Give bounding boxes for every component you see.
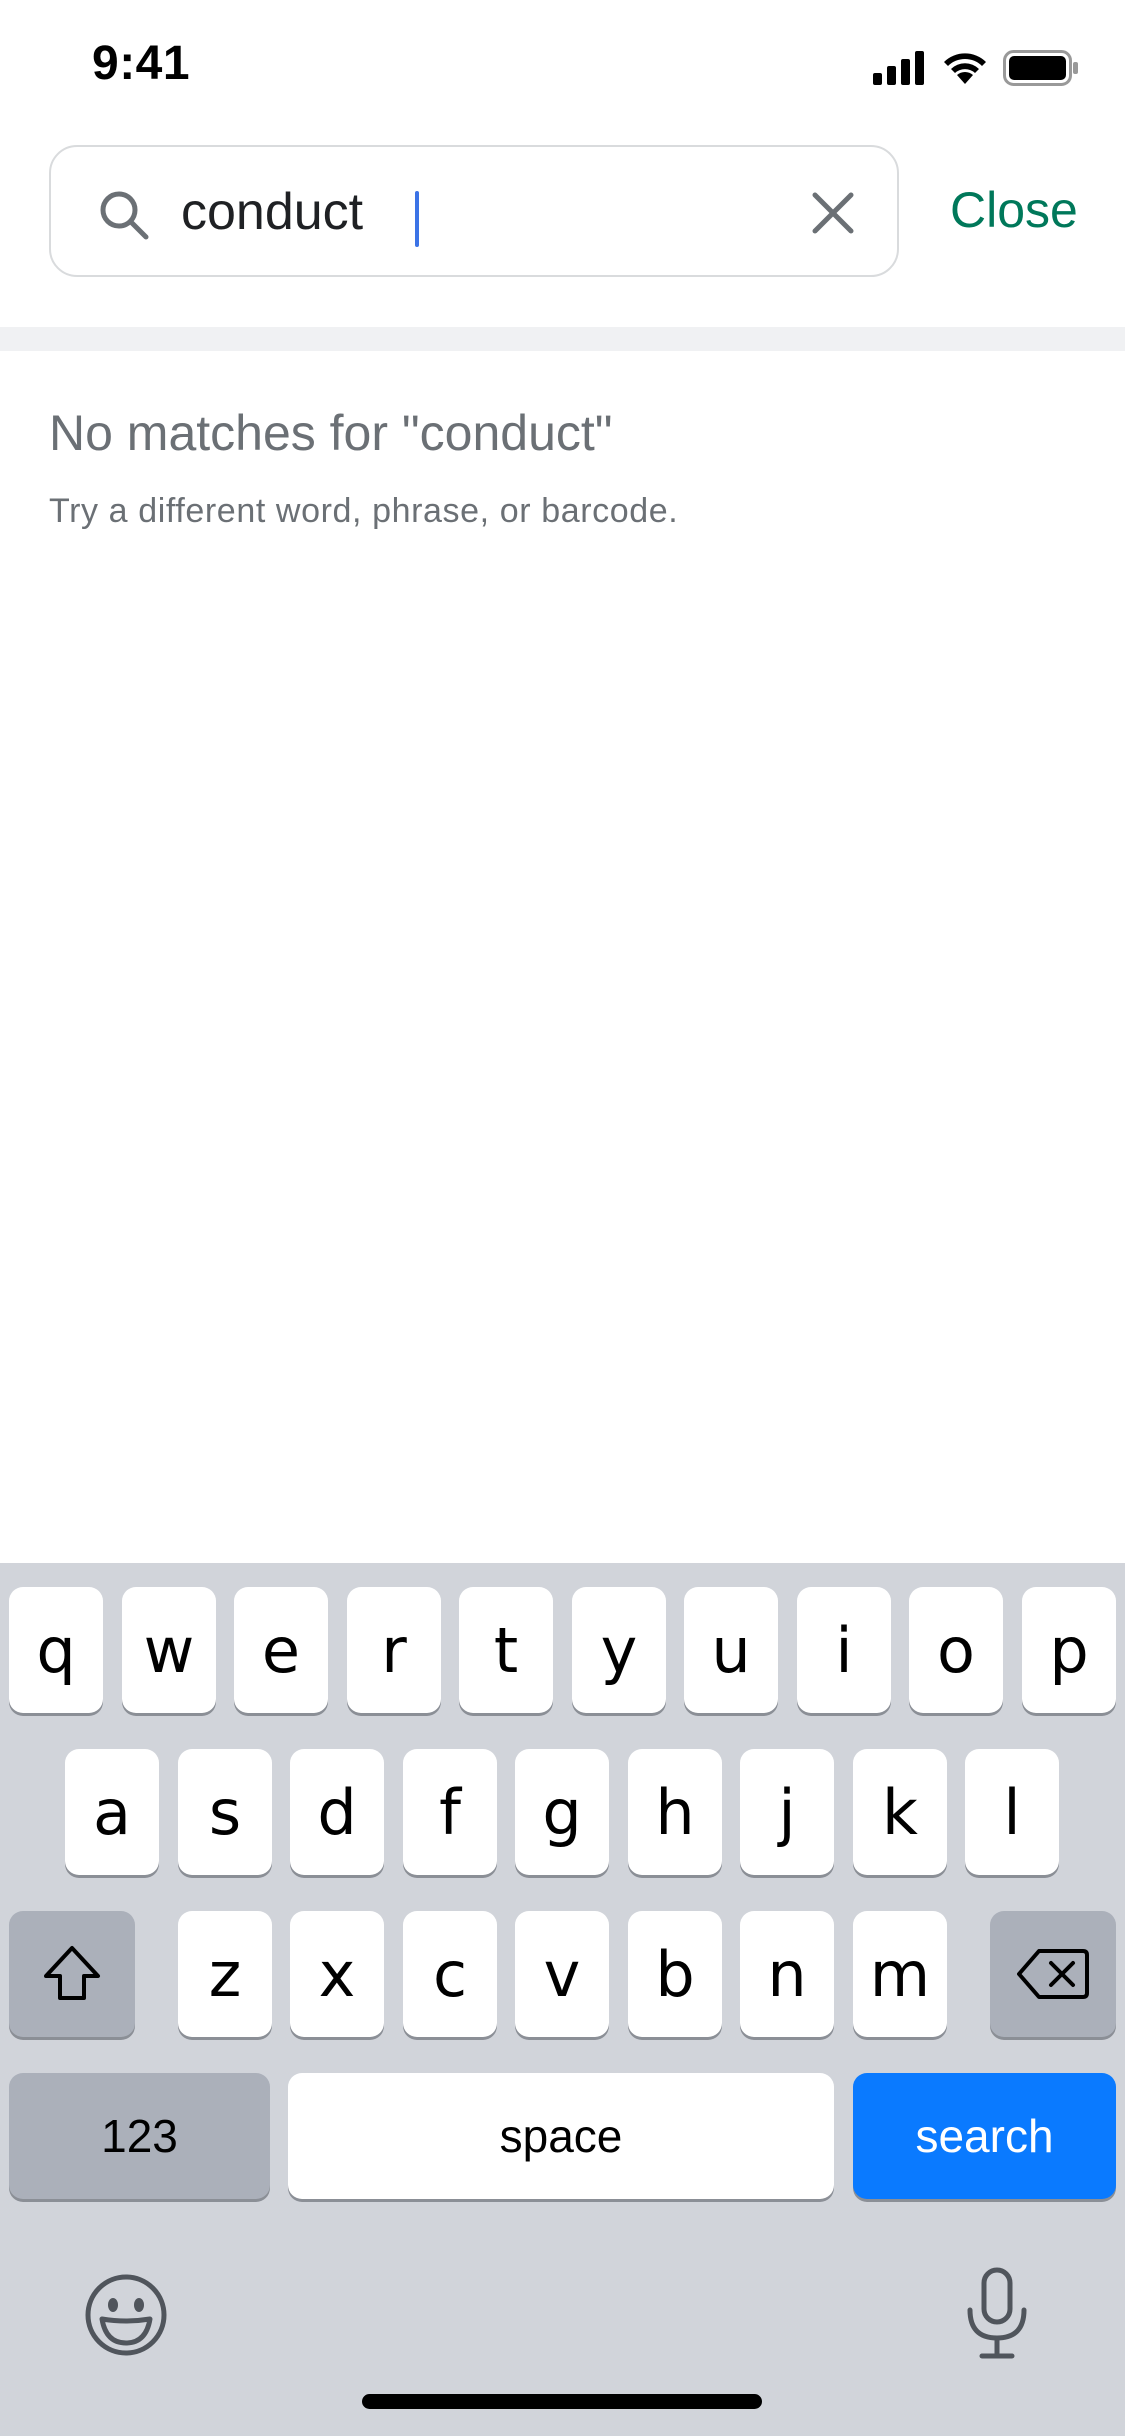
shift-icon bbox=[44, 1946, 100, 2000]
screen: 9:41 conduct Close No matches for "condu… bbox=[0, 0, 1125, 2436]
text-caret bbox=[415, 191, 419, 247]
search-header: Close bbox=[0, 135, 1125, 327]
key-u[interactable]: u bbox=[684, 1587, 778, 1713]
key-f[interactable]: f bbox=[403, 1749, 497, 1875]
emoji-icon[interactable] bbox=[84, 2273, 168, 2357]
search-icon bbox=[100, 191, 149, 240]
key-w[interactable]: w bbox=[122, 1587, 216, 1713]
keyboard: q w e r t y u i o p a s d f g h j k l z … bbox=[0, 1563, 1125, 2436]
search-input[interactable] bbox=[181, 167, 741, 257]
key-o[interactable]: o bbox=[909, 1587, 1003, 1713]
key-h[interactable]: h bbox=[628, 1749, 722, 1875]
numbers-key[interactable]: 123 bbox=[9, 2073, 270, 2199]
key-b[interactable]: b bbox=[628, 1911, 722, 2037]
microphone-icon[interactable] bbox=[962, 2266, 1032, 2362]
key-t[interactable]: t bbox=[459, 1587, 553, 1713]
key-j[interactable]: j bbox=[740, 1749, 834, 1875]
key-l[interactable]: l bbox=[965, 1749, 1059, 1875]
key-p[interactable]: p bbox=[1022, 1587, 1116, 1713]
signal-icon bbox=[873, 51, 924, 85]
key-d[interactable]: d bbox=[290, 1749, 384, 1875]
empty-state-subtitle: Try a different word, phrase, or barcode… bbox=[49, 492, 679, 530]
home-indicator[interactable] bbox=[362, 2394, 762, 2409]
search-box[interactable] bbox=[49, 145, 899, 277]
delete-key[interactable] bbox=[990, 1911, 1116, 2037]
key-x[interactable]: x bbox=[290, 1911, 384, 2037]
key-y[interactable]: y bbox=[572, 1587, 666, 1713]
status-icons bbox=[873, 50, 1079, 86]
key-c[interactable]: c bbox=[403, 1911, 497, 2037]
shift-key[interactable] bbox=[9, 1911, 135, 2037]
section-divider bbox=[0, 327, 1125, 351]
close-button[interactable]: Close bbox=[950, 181, 1078, 239]
key-i[interactable]: i bbox=[797, 1587, 891, 1713]
key-g[interactable]: g bbox=[515, 1749, 609, 1875]
status-bar: 9:41 bbox=[0, 0, 1125, 135]
key-e[interactable]: e bbox=[234, 1587, 328, 1713]
key-n[interactable]: n bbox=[740, 1911, 834, 2037]
key-q[interactable]: q bbox=[9, 1587, 103, 1713]
space-key[interactable]: space bbox=[288, 2073, 834, 2199]
key-r[interactable]: r bbox=[347, 1587, 441, 1713]
key-v[interactable]: v bbox=[515, 1911, 609, 2037]
status-time: 9:41 bbox=[92, 37, 191, 90]
wifi-icon bbox=[944, 53, 986, 84]
key-m[interactable]: m bbox=[853, 1911, 947, 2037]
key-z[interactable]: z bbox=[178, 1911, 272, 2037]
empty-state-title: No matches for "conduct" bbox=[49, 405, 613, 461]
backspace-icon bbox=[1017, 1949, 1089, 1999]
key-s[interactable]: s bbox=[178, 1749, 272, 1875]
clear-icon[interactable] bbox=[805, 185, 861, 241]
key-a[interactable]: a bbox=[65, 1749, 159, 1875]
battery-icon bbox=[1003, 50, 1078, 86]
search-key[interactable]: search bbox=[853, 2073, 1116, 2199]
key-k[interactable]: k bbox=[853, 1749, 947, 1875]
